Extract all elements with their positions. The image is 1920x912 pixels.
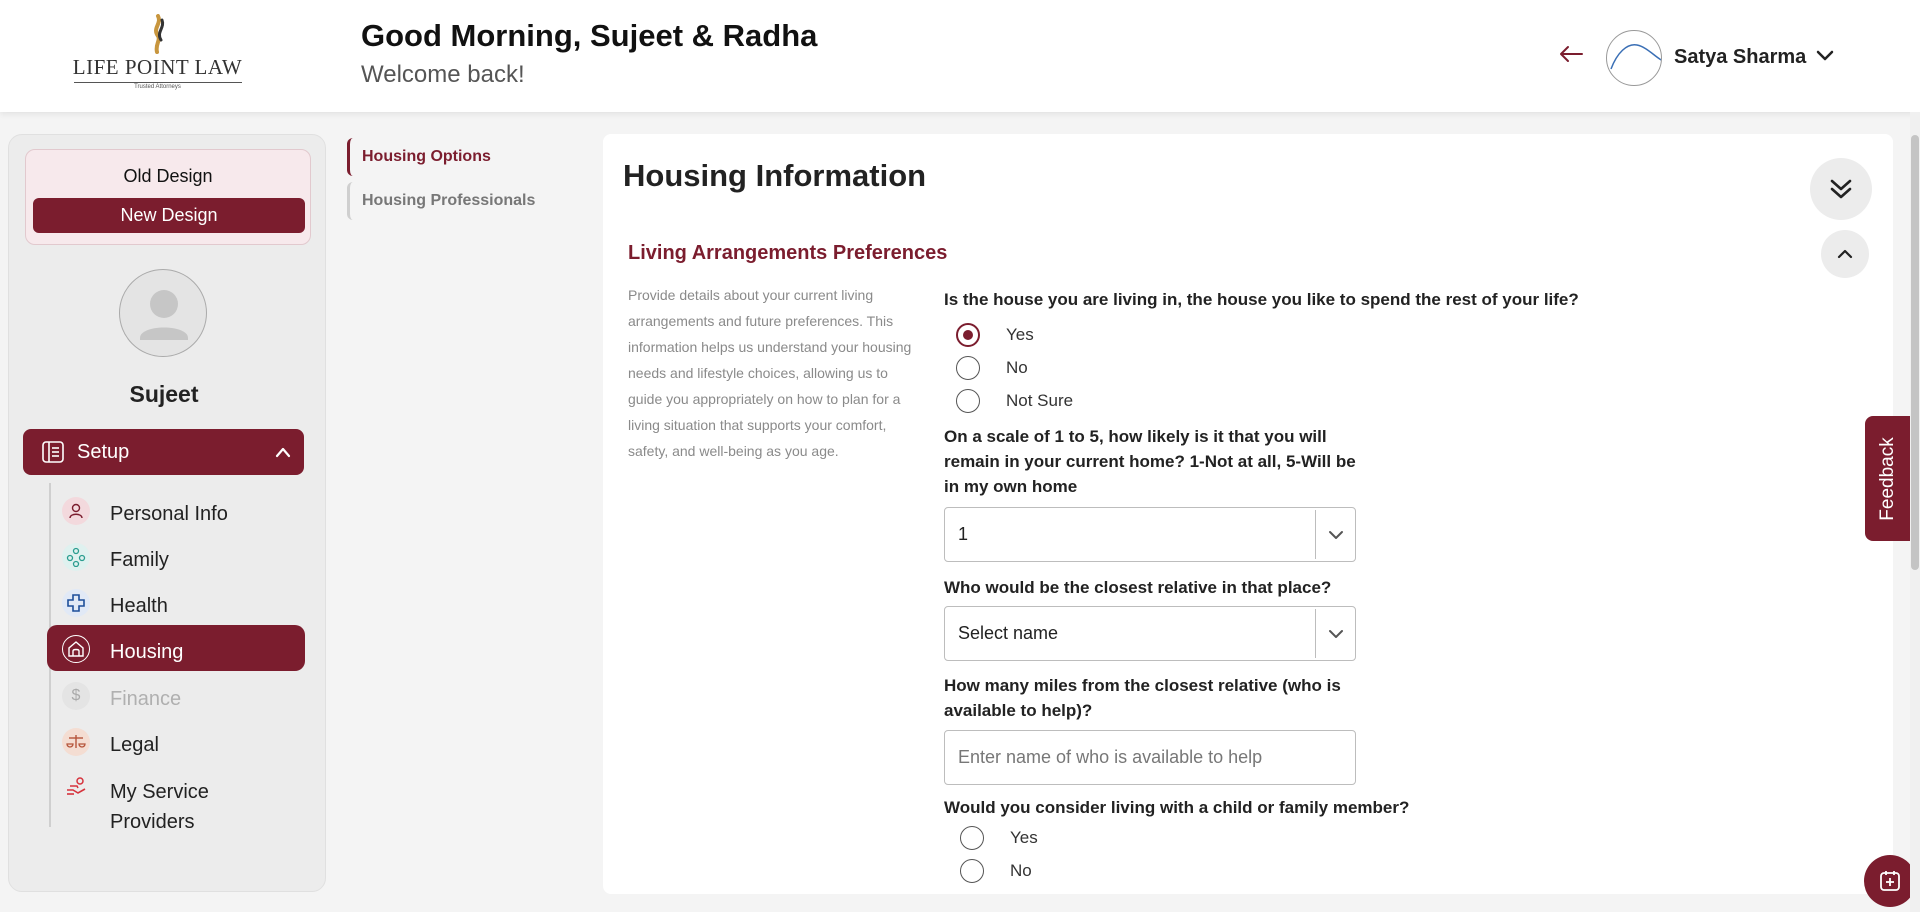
sidebar-item-label: Finance — [110, 688, 182, 710]
back-arrow-icon[interactable] — [1558, 44, 1584, 64]
feedback-label: Feedback — [1877, 436, 1898, 521]
miles-input[interactable] — [944, 730, 1356, 785]
health-cross-icon — [62, 589, 90, 617]
new-design-button[interactable]: New Design — [33, 198, 305, 233]
question-likelihood-scale: On a scale of 1 to 5, how likely is it t… — [944, 427, 1356, 496]
checklist-icon — [42, 441, 64, 463]
chevron-down-icon — [1329, 630, 1343, 638]
left-sidebar: Old Design New Design Sujeet Setup Perso… — [8, 134, 326, 892]
chevron-down-icon — [1329, 531, 1343, 539]
person-placeholder-icon — [140, 290, 188, 340]
question-live-with-family: Would you consider living with a child o… — [944, 798, 1410, 817]
radio-option-not-sure[interactable]: Not Sure — [956, 388, 1073, 414]
select-value: Select name — [958, 623, 1059, 643]
select-value: 1 — [958, 524, 969, 544]
setup-menu-button[interactable]: Setup — [23, 429, 304, 475]
greeting-title: Good Morning, Sujeet & Radha — [361, 18, 818, 53]
logo-flame-icon — [153, 14, 164, 54]
radio-label: Yes — [1006, 325, 1034, 344]
expand-all-button[interactable] — [1810, 158, 1872, 220]
radio-label: No — [1010, 861, 1032, 880]
profile-name: Sujeet — [129, 381, 199, 407]
sidebar-item-personal-info[interactable]: Personal Info — [47, 487, 305, 533]
select-divider — [1315, 510, 1316, 559]
avatar-image — [1610, 44, 1661, 70]
old-design-button[interactable]: Old Design — [26, 166, 310, 187]
select-divider — [1315, 609, 1316, 658]
question-stay-forever: Is the house you are living in, the hous… — [944, 290, 1579, 309]
double-chevron-down-icon — [1830, 179, 1852, 199]
top-header: LIFE POINT LAW Trusted Attorneys Good Mo… — [0, 0, 1920, 112]
feedback-tab[interactable]: Feedback — [1865, 416, 1911, 541]
person-icon — [62, 497, 90, 525]
sidebar-item-health[interactable]: Health — [47, 579, 305, 625]
section-title: Living Arrangements Preferences — [628, 242, 948, 264]
radio-label: Not Sure — [1006, 391, 1074, 410]
design-toggle: Old Design New Design — [25, 149, 311, 245]
question-miles-from-relative: How many miles from the closest relative… — [944, 676, 1341, 720]
sidebar-item-label: Housing — [110, 641, 184, 663]
radio-label: Yes — [1010, 828, 1038, 847]
home-icon — [62, 635, 90, 663]
profile-avatar — [119, 269, 207, 357]
user-avatar[interactable] — [1606, 30, 1662, 86]
housing-card: Housing Information Living Arrangements … — [603, 134, 1893, 894]
tab-housing-professionals[interactable]: Housing Professionals — [347, 182, 547, 220]
radio-option-no[interactable]: No — [956, 355, 1028, 381]
chevron-up-icon — [275, 447, 291, 458]
sidebar-item-housing[interactable]: Housing — [47, 625, 305, 671]
sidebar-item-legal[interactable]: Legal — [47, 718, 305, 764]
chevron-up-icon — [1837, 249, 1853, 259]
sidebar-item-family[interactable]: Family — [47, 533, 305, 579]
radio-button[interactable] — [960, 826, 984, 850]
section-description: Provide details about your current livin… — [628, 287, 912, 459]
sidebar-item-label: Personal Info — [110, 503, 228, 525]
radio-option-no[interactable]: No — [960, 858, 1032, 884]
radio-button[interactable] — [960, 859, 984, 883]
sidebar-item-label: Legal — [110, 734, 159, 756]
sidebar-item-label: Family — [110, 549, 169, 571]
welcome-subtitle: Welcome back! — [361, 61, 525, 88]
sidebar-item-label: Health — [110, 595, 168, 617]
sidebar-item-my-service-providers[interactable]: My Service Providers — [47, 765, 305, 833]
family-icon — [62, 543, 90, 571]
logo-text: LIFE POINT LAW — [72, 55, 243, 79]
logo-rule — [73, 82, 242, 83]
scales-icon — [62, 728, 90, 756]
dollar-icon: $ — [62, 682, 90, 710]
logo-tagline: Trusted Attorneys — [134, 84, 181, 90]
calendar-add-button[interactable] — [1864, 855, 1916, 907]
service-provider-icon — [62, 773, 90, 801]
radio-button[interactable] — [956, 323, 980, 347]
chevron-down-icon[interactable] — [1815, 48, 1835, 64]
relative-select[interactable]: Select name — [944, 606, 1356, 661]
page-scrollbar-thumb[interactable] — [1911, 135, 1919, 570]
likelihood-select[interactable]: 1 — [944, 507, 1356, 562]
setup-label: Setup — [77, 441, 130, 463]
radio-button[interactable] — [956, 389, 980, 413]
question-closest-relative: Who would be the closest relative in tha… — [944, 578, 1332, 597]
radio-option-yes[interactable]: Yes — [956, 322, 1034, 348]
collapse-section-button[interactable] — [1821, 230, 1869, 278]
sidebar-item-label: My Service Providers — [110, 781, 209, 833]
user-name[interactable]: Satya Sharma — [1674, 46, 1806, 69]
sidebar-item-finance[interactable]: $ Finance — [47, 672, 305, 718]
page-title: Housing Information — [623, 158, 927, 193]
radio-option-yes[interactable]: Yes — [960, 825, 1038, 851]
calendar-add-icon — [1880, 871, 1900, 891]
logo[interactable]: LIFE POINT LAW Trusted Attorneys — [70, 14, 245, 94]
radio-button[interactable] — [956, 356, 980, 380]
tab-housing-options[interactable]: Housing Options — [347, 138, 507, 176]
radio-label: No — [1006, 358, 1028, 377]
